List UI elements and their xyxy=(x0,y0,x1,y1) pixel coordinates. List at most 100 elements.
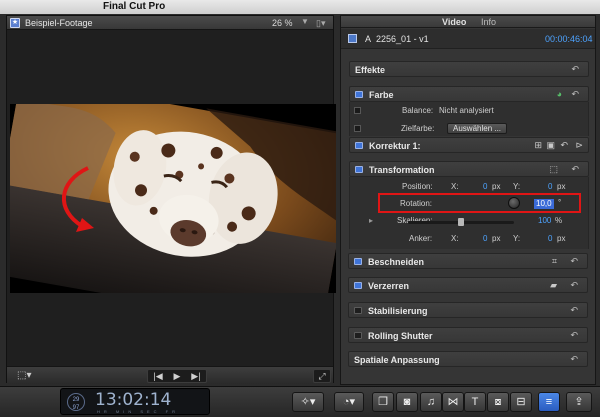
section-title: Stabilisierung xyxy=(368,306,428,316)
themes-browser-icon[interactable]: ⊟ xyxy=(510,392,532,412)
mask-icon[interactable]: ⊞ xyxy=(534,140,542,151)
tab-info[interactable]: Info xyxy=(481,17,496,27)
retime-menu-icon[interactable]: ◔▾ xyxy=(334,392,364,412)
clip-thumbnail-icon xyxy=(348,34,357,43)
timecode-display[interactable]: 29 97 13:02:14 HR MIN SEC FR xyxy=(60,388,210,415)
previous-frame-button[interactable]: |◀ xyxy=(153,371,162,382)
position-x-unit: px xyxy=(492,182,501,191)
viewer-panel: ★ Beispiel-Footage 26 % ▼ ▯▾ ⬚▾ |◀ ▶ ▶| … xyxy=(6,15,336,384)
section-verzerren[interactable]: Verzerren ▰ ↶ xyxy=(348,277,588,293)
anchor-x-label: X: xyxy=(451,234,459,243)
anchor-x-unit: px xyxy=(492,234,501,243)
viewer-footer: ⬚▾ |◀ ▶ ▶| ⤢ xyxy=(7,366,333,384)
view-options-icon[interactable]: ▯▾ xyxy=(316,18,325,29)
scale-unit: % xyxy=(555,216,563,225)
disclosure-triangle-icon[interactable]: ▸ xyxy=(369,216,373,225)
position-label: Position: xyxy=(402,182,433,191)
balance-checkbox[interactable] xyxy=(354,107,361,114)
rotated-dog-image xyxy=(10,104,336,293)
reset-icon[interactable]: ↶ xyxy=(570,305,578,316)
anchor-x-value[interactable]: 0 xyxy=(483,234,487,243)
titles-browser-icon[interactable]: T xyxy=(464,392,486,412)
tab-video[interactable]: Video xyxy=(442,17,466,27)
section-stabilisierung[interactable]: Stabilisierung ↶ xyxy=(348,302,588,318)
fullscreen-button[interactable]: ⤢ xyxy=(313,369,331,383)
timecode-value: 13:02:14 xyxy=(95,390,172,410)
color-board-icon[interactable]: ◕ xyxy=(557,89,562,99)
reset-icon[interactable]: ↶ xyxy=(570,330,578,341)
zoom-dropdown-icon[interactable]: ▼ xyxy=(301,17,309,26)
enable-checkbox[interactable] xyxy=(354,282,362,289)
photo-browser-icon[interactable]: ◙ xyxy=(396,392,418,412)
section-title: Farbe xyxy=(369,90,394,100)
enable-checkbox[interactable] xyxy=(355,91,363,98)
section-beschneiden[interactable]: Beschneiden ⌗ ↶ xyxy=(348,253,588,269)
library-icon[interactable]: ❐ xyxy=(372,392,394,412)
onscreen-controls-icon[interactable]: ⬚ xyxy=(549,164,558,175)
shape-mask-icon[interactable]: ▣ xyxy=(546,140,555,151)
clip-duration: 00:00:46:04 xyxy=(545,34,593,44)
app-name[interactable]: Final Cut Pro xyxy=(103,1,165,12)
position-y-value[interactable]: 0 xyxy=(548,182,552,191)
zoom-level[interactable]: 26 % xyxy=(272,18,293,28)
reset-icon[interactable]: ↶ xyxy=(571,164,579,175)
reset-icon[interactable]: ↶ xyxy=(570,354,578,365)
transitions-browser-icon[interactable]: ⋈ xyxy=(442,392,464,412)
position-x-label: X: xyxy=(451,182,459,191)
star-icon: ★ xyxy=(10,18,20,28)
rotation-value-field[interactable]: 10,0 xyxy=(534,199,554,209)
position-y-label: Y: xyxy=(513,182,521,191)
enable-checkbox[interactable] xyxy=(355,166,363,173)
zielfarbe-select-button[interactable]: Auswählen ... xyxy=(447,123,508,134)
reset-icon[interactable]: ↶ xyxy=(570,256,578,267)
position-x-value[interactable]: 0 xyxy=(483,182,487,191)
enable-checkbox[interactable] xyxy=(354,258,362,265)
clip-title: A 2256_01 - v1 xyxy=(365,34,429,44)
crop-icon[interactable]: ⌗ xyxy=(552,256,557,267)
scale-slider-knob[interactable] xyxy=(458,218,464,226)
reset-icon[interactable]: ↶ xyxy=(571,89,579,100)
section-title: Effekte xyxy=(355,65,386,75)
bottom-toolbar: 29 97 13:02:14 HR MIN SEC FR ✧▾ ◔▾ ❐ ◙ ♫ … xyxy=(0,386,600,417)
balance-label: Balance: xyxy=(402,106,434,115)
inspector-toggle-icon[interactable]: ≡ xyxy=(538,392,560,412)
section-title: Verzerren xyxy=(368,281,410,291)
reset-icon[interactable]: ↶ xyxy=(570,280,578,291)
section-title: Rolling Shutter xyxy=(368,331,433,341)
enable-checkbox[interactable] xyxy=(354,307,362,314)
zielfarbe-checkbox[interactable] xyxy=(354,125,361,132)
reset-icon[interactable]: ↶ xyxy=(560,140,568,151)
section-farbe[interactable]: Farbe ◕ ↶ xyxy=(349,86,589,102)
next-frame-button[interactable]: ▶| xyxy=(191,371,200,382)
anchor-y-value[interactable]: 0 xyxy=(548,234,552,243)
section-effekte[interactable]: Effekte ↶ xyxy=(349,61,589,77)
enable-checkbox[interactable] xyxy=(354,332,362,339)
rotation-dial[interactable] xyxy=(508,197,520,209)
distort-icon[interactable]: ▰ xyxy=(550,280,557,291)
transform-toggle-icon[interactable]: ⬚▾ xyxy=(17,370,47,382)
zielfarbe-label: Zielfarbe: xyxy=(401,124,435,133)
scale-value[interactable]: 100 xyxy=(538,216,551,225)
timecode-units: HR MIN SEC FR xyxy=(97,409,179,414)
enhancements-menu-icon[interactable]: ✧▾ xyxy=(292,392,324,412)
share-icon[interactable]: ⇪ xyxy=(566,392,592,412)
scale-slider[interactable] xyxy=(408,218,514,226)
section-transformation[interactable]: Transformation ⬚ ↶ xyxy=(349,161,589,177)
section-spatiale-anpassung[interactable]: Spatiale Anpassung ↶ xyxy=(348,351,588,367)
generators-browser-icon[interactable]: ⧇ xyxy=(487,392,509,412)
section-korrektur[interactable]: Korrektur 1: ⊞ ▣ ↶ ⊳ xyxy=(349,137,589,153)
music-browser-icon[interactable]: ♫ xyxy=(420,392,442,412)
section-title: Transformation xyxy=(369,165,435,175)
section-rolling-shutter[interactable]: Rolling Shutter ↶ xyxy=(348,327,588,343)
transport-controls: |◀ ▶ ▶| xyxy=(147,369,207,383)
reset-icon[interactable]: ↶ xyxy=(571,64,579,75)
play-button[interactable]: ▶ xyxy=(174,371,181,382)
anchor-y-unit: px xyxy=(557,234,566,243)
position-y-unit: px xyxy=(557,182,566,191)
rotation-label: Rotation: xyxy=(400,199,433,208)
enable-checkbox[interactable] xyxy=(355,142,363,149)
inspector-tabs: Video Info xyxy=(341,16,595,28)
go-icon[interactable]: ⊳ xyxy=(575,140,583,151)
frame-rate-badge: 29 97 xyxy=(67,393,85,411)
viewer-clip-name: Beispiel-Footage xyxy=(25,18,93,28)
